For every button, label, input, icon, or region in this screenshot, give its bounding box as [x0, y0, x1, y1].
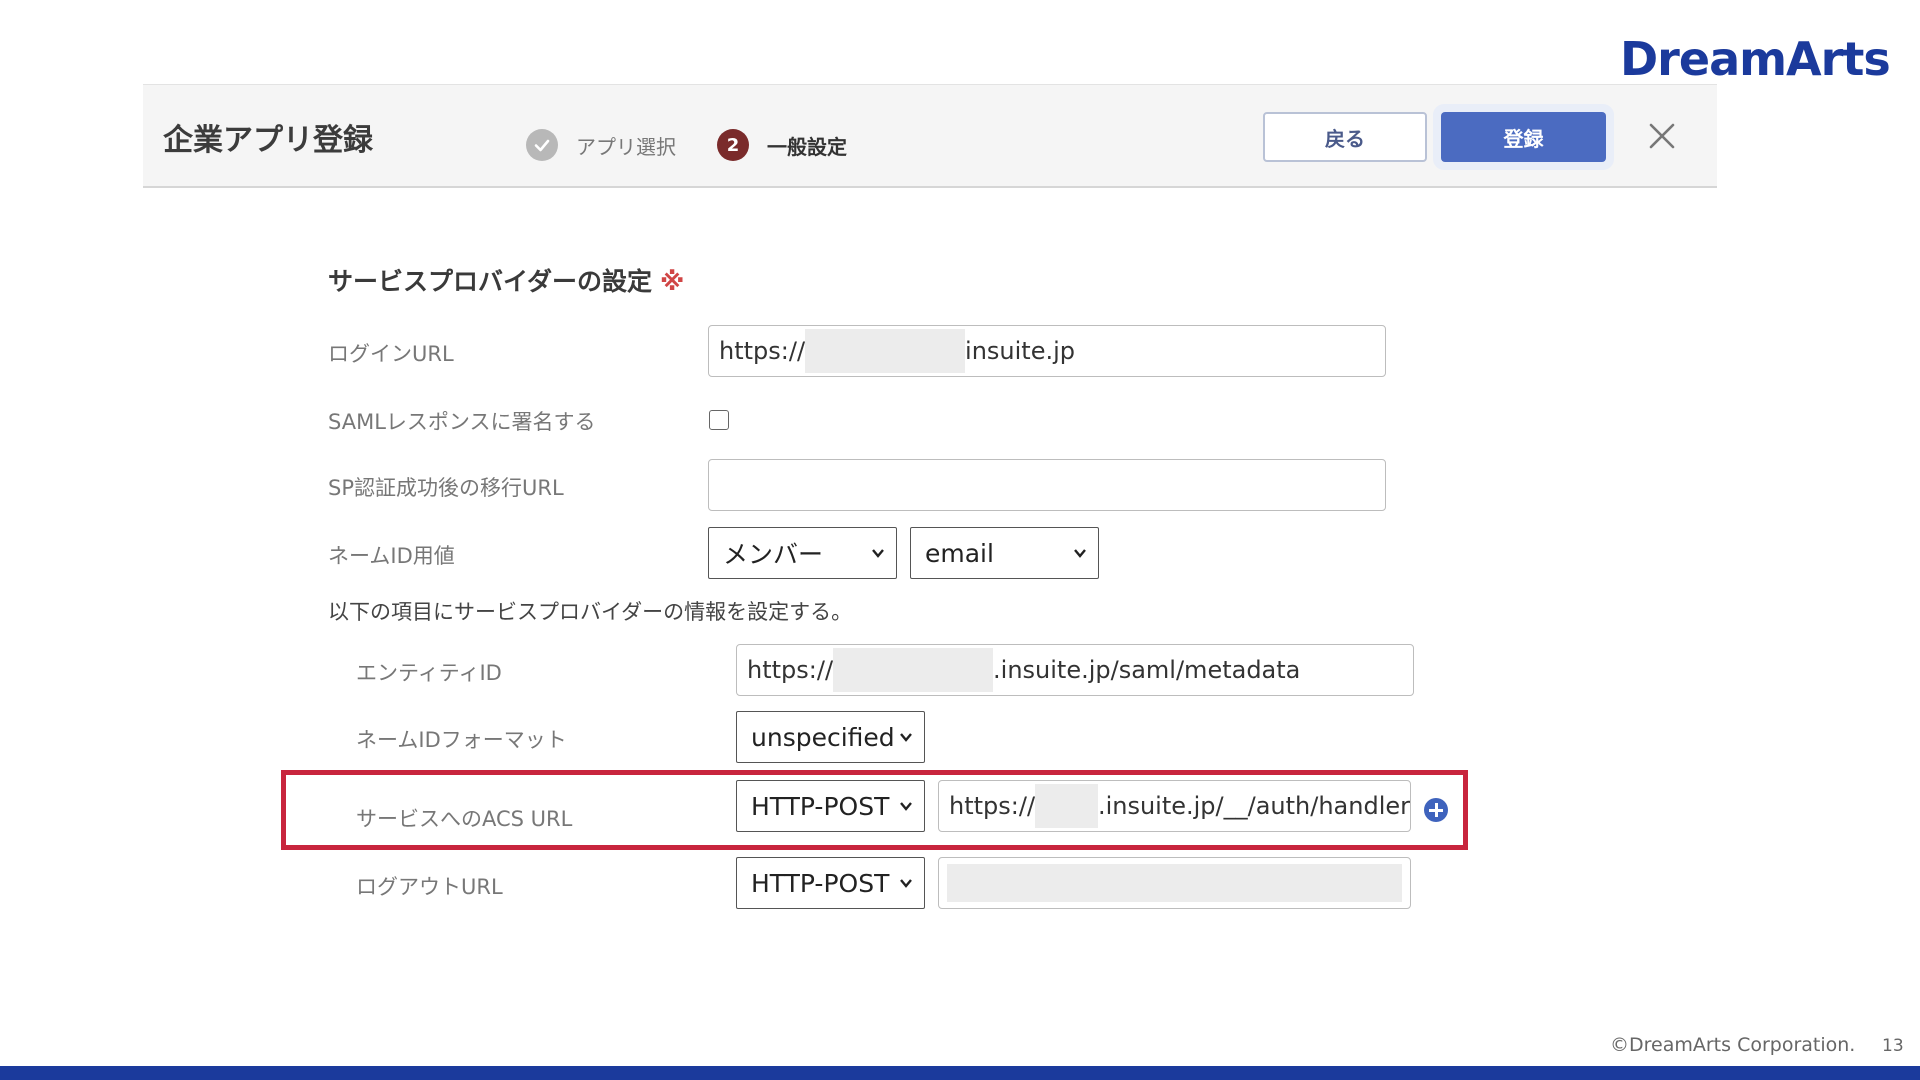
- masked-text: [805, 329, 966, 373]
- chevron-down-icon: [900, 879, 912, 888]
- entity-id-label: エンティティID: [356, 661, 502, 685]
- brand-logo: DreamArts: [1620, 32, 1891, 86]
- name-id-label: ネームID用値: [328, 544, 455, 568]
- sp-redirect-label: SP認証成功後の移行URL: [328, 476, 564, 500]
- logout-url-input[interactable]: [938, 857, 1411, 909]
- masked-text: [947, 864, 1402, 902]
- login-url-input[interactable]: https://insuite.jp: [708, 325, 1386, 377]
- saml-sign-label: SAMLレスポンスに署名する: [328, 410, 596, 434]
- chevron-down-icon: [900, 802, 912, 811]
- required-mark: ※: [660, 267, 685, 296]
- copyright: ©DreamArts Corporation.: [1610, 1034, 1856, 1056]
- logout-binding-select[interactable]: HTTP-POST: [736, 857, 925, 909]
- saml-sign-checkbox[interactable]: [709, 410, 729, 430]
- masked-text: [1035, 784, 1098, 828]
- footer-bar: [0, 1066, 1920, 1080]
- dialog-title: 企業アプリ登録: [163, 123, 373, 158]
- sp-info-note: 以下の項目にサービスプロバイダーの情報を設定する。: [328, 600, 853, 624]
- step-number-badge: 2: [717, 129, 749, 161]
- entity-id-input[interactable]: https://.insuite.jp/saml/metadata: [736, 644, 1414, 696]
- chevron-down-icon: [1074, 549, 1086, 558]
- section-title: サービスプロバイダーの設定 ※: [328, 267, 685, 296]
- masked-text: [833, 648, 994, 692]
- register-button[interactable]: 登録: [1441, 112, 1606, 162]
- back-button[interactable]: 戻る: [1263, 112, 1427, 162]
- close-icon[interactable]: [1645, 119, 1679, 153]
- name-id-source-select[interactable]: メンバー: [708, 527, 897, 579]
- name-id-format-label: ネームIDフォーマット: [356, 728, 567, 752]
- acs-url-label: サービスへのACS URL: [356, 807, 573, 831]
- step-app-select: アプリ選択: [526, 129, 676, 161]
- sp-redirect-input[interactable]: [708, 459, 1386, 511]
- logout-url-label: ログアウトURL: [356, 875, 503, 899]
- add-acs-url-icon[interactable]: [1424, 798, 1448, 822]
- chevron-down-icon: [900, 733, 912, 742]
- acs-binding-select[interactable]: HTTP-POST: [736, 780, 925, 832]
- step-label: 一般設定: [767, 134, 847, 159]
- login-url-label: ログインURL: [328, 342, 454, 366]
- name-id-format-select[interactable]: unspecified: [736, 711, 925, 763]
- step-label: アプリ選択: [576, 134, 676, 159]
- acs-url-input[interactable]: https://.insuite.jp/__/auth/handler: [938, 780, 1411, 832]
- check-icon: [526, 129, 558, 161]
- name-id-field-select[interactable]: email: [910, 527, 1099, 579]
- dialog-header: 企業アプリ登録 アプリ選択 2 一般設定 戻る 登録: [143, 84, 1717, 188]
- step-general-settings: 2 一般設定: [717, 129, 847, 161]
- chevron-down-icon: [872, 549, 884, 558]
- page-number: 13: [1882, 1036, 1904, 1056]
